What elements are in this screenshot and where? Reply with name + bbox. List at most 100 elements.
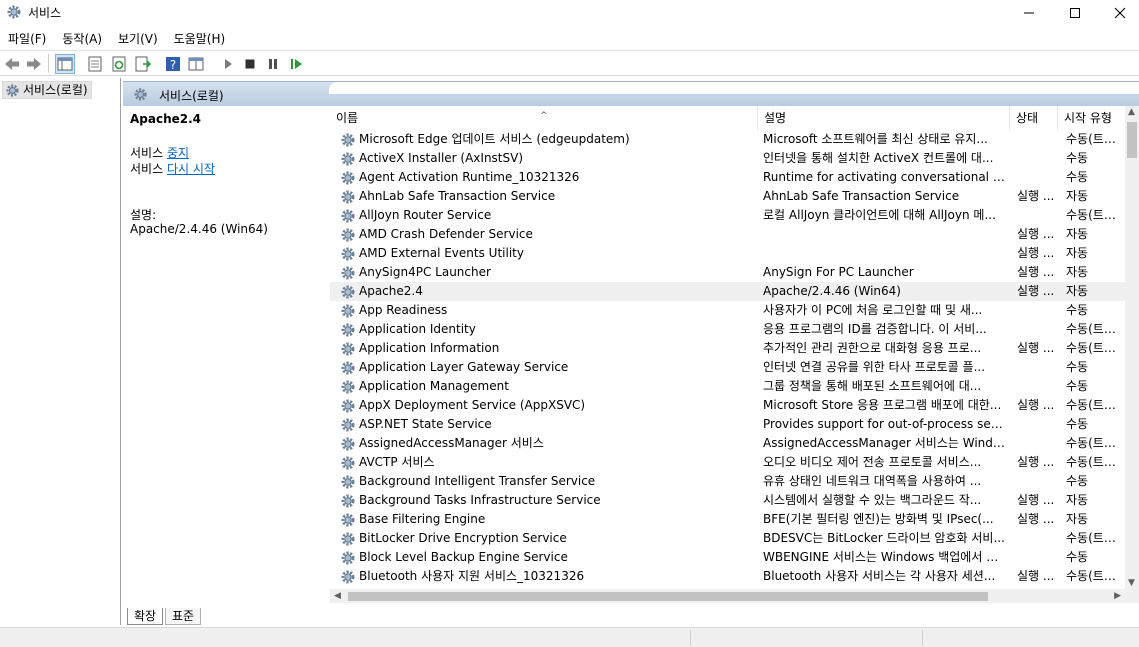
column-name[interactable]: 이름 ^ xyxy=(330,106,758,130)
service-row[interactable]: Agent Activation Runtime_10321326 Runtime… xyxy=(330,168,1125,187)
horizontal-scroll-thumb[interactable] xyxy=(348,592,988,601)
menu-view[interactable]: 보기(V) xyxy=(110,28,166,50)
minimize-button[interactable] xyxy=(1006,0,1052,26)
service-row[interactable]: Application Identity 응용 프로그램의 ID를 검증합니다. … xyxy=(330,320,1125,339)
service-description: Runtime for activating conversational ag… xyxy=(763,170,1007,184)
service-description: 시스템에서 실행할 수 있는 백그라운드 작... xyxy=(763,493,982,507)
service-row[interactable]: AppX Deployment Service (AppXSVC) Microso… xyxy=(330,396,1125,415)
maximize-button[interactable] xyxy=(1052,0,1098,26)
service-startup-type: 자동 xyxy=(1066,493,1089,507)
service-startup-type: 수동(트리... xyxy=(1066,132,1125,146)
menu-file[interactable]: 파일(F) xyxy=(0,28,54,50)
service-row[interactable]: Bluetooth 사용자 지원 서비스_10321326 Bluetooth 사… xyxy=(330,567,1125,586)
resume-icon[interactable] xyxy=(287,55,305,73)
service-gear-icon xyxy=(341,475,355,489)
start-icon[interactable] xyxy=(219,55,237,73)
view-icon[interactable] xyxy=(187,55,205,73)
service-name: AMD Crash Defender Service xyxy=(359,227,533,241)
column-startup-type[interactable]: 시작 유형 xyxy=(1058,106,1125,130)
horizontal-scrollbar[interactable]: ◀ ▶ xyxy=(330,589,1139,603)
svg-text:?: ? xyxy=(170,58,176,72)
service-startup-type: 자동 xyxy=(1066,284,1089,298)
service-row[interactable]: AVCTP 서비스 오디오 비디오 제어 전송 프로토콜 서비스... 실행 ...… xyxy=(330,453,1125,472)
close-button[interactable] xyxy=(1097,0,1139,26)
service-startup-type: 자동 xyxy=(1066,246,1089,260)
service-name: AppX Deployment Service (AppXSVC) xyxy=(359,398,586,412)
show-hide-tree-icon[interactable] xyxy=(55,54,75,74)
service-row[interactable]: Application Information 추가적인 관리 권한으로 대화형 … xyxy=(330,339,1125,358)
tab-extended[interactable]: 확장 xyxy=(127,608,164,625)
service-startup-type: 수동 xyxy=(1066,417,1089,431)
description-text: Apache/2.4.46 (Win64) xyxy=(130,222,268,236)
services-window: 서비스 파일(F) 동작(A) 보기(V) 도움말(H) ? 서비스(로컬) 서… xyxy=(0,0,1139,647)
menu-action[interactable]: 동작(A) xyxy=(54,28,110,50)
pause-icon[interactable] xyxy=(264,55,282,73)
properties-icon[interactable] xyxy=(86,55,104,73)
service-status: 실행 ... xyxy=(1017,398,1055,412)
service-row[interactable]: BitLocker Drive Encryption Service BDESVC… xyxy=(330,529,1125,548)
restart-service-link[interactable]: 다시 시작 xyxy=(167,162,215,176)
services-gear-icon xyxy=(6,84,19,97)
scroll-down-icon[interactable]: ▼ xyxy=(1128,578,1135,588)
scroll-right-icon[interactable]: ▶ xyxy=(1114,591,1121,601)
tab-standard[interactable]: 표준 xyxy=(165,608,202,625)
scroll-up-icon[interactable]: ▲ xyxy=(1128,107,1135,117)
service-startup-type: 수동 xyxy=(1066,379,1089,393)
service-row[interactable]: Background Tasks Infrastructure Service 시… xyxy=(330,491,1125,510)
service-gear-icon xyxy=(341,456,355,470)
service-row[interactable]: AMD External Events Utility 실행 ... 자동 xyxy=(330,244,1125,263)
service-startup-type: 수동 xyxy=(1066,474,1089,488)
service-row[interactable]: Application Layer Gateway Service 인터넷 연결 … xyxy=(330,358,1125,377)
refresh-icon[interactable] xyxy=(110,55,128,73)
service-name: AMD External Events Utility xyxy=(359,246,524,260)
menu-help[interactable]: 도움말(H) xyxy=(166,28,234,50)
pane-header: 서비스(로컬) xyxy=(123,81,1139,106)
minimize-icon xyxy=(1024,12,1034,14)
service-row[interactable]: Application Management 그룹 정책을 통해 배포된 소프트웨… xyxy=(330,377,1125,396)
vertical-scroll-thumb[interactable] xyxy=(1127,122,1137,158)
service-row[interactable]: AnySign4PC Launcher AnySign For PC Launch… xyxy=(330,263,1125,282)
service-row[interactable]: AssignedAccessManager 서비스 AssignedAccessM… xyxy=(330,434,1125,453)
back-icon[interactable] xyxy=(3,55,21,73)
service-row[interactable]: ActiveX Installer (AxInstSV) 인터넷을 통해 설치한 … xyxy=(330,149,1125,168)
service-row[interactable]: ASP.NET State Service Provides support fo… xyxy=(330,415,1125,434)
service-row[interactable]: App Readiness 사용자가 이 PC에 처음 로그인할 때 및 새...… xyxy=(330,301,1125,320)
service-description: 사용자가 이 PC에 처음 로그인할 때 및 새... xyxy=(763,303,983,317)
column-description[interactable]: 설명 xyxy=(758,106,1010,130)
tree-item-services-local[interactable]: 서비스(로컬) xyxy=(2,81,92,99)
service-name: Application Information xyxy=(359,341,500,355)
service-description: AhnLab Safe Transaction Service xyxy=(763,189,960,203)
service-row[interactable]: AllJoyn Router Service 로컬 AllJoyn 클라이언트에 … xyxy=(330,206,1125,225)
service-name: AssignedAccessManager 서비스 xyxy=(359,436,544,450)
service-row[interactable]: AMD Crash Defender Service 실행 ... 자동 xyxy=(330,225,1125,244)
service-description: Apache/2.4.46 (Win64) xyxy=(763,284,901,298)
service-row[interactable]: Microsoft Edge 업데이트 서비스 (edgeupdatem) Mic… xyxy=(330,130,1125,149)
service-gear-icon xyxy=(341,323,355,337)
service-name: Background Tasks Infrastructure Service xyxy=(359,493,601,507)
stop-service-line: 서비스 중지 xyxy=(130,146,190,160)
service-startup-type: 수동 xyxy=(1066,303,1089,317)
service-gear-icon xyxy=(341,304,355,318)
service-gear-icon xyxy=(341,247,355,261)
forward-icon[interactable] xyxy=(25,55,43,73)
service-row[interactable]: Background Intelligent Transfer Service 유… xyxy=(330,472,1125,491)
service-row[interactable]: AhnLab Safe Transaction Service AhnLab Sa… xyxy=(330,187,1125,206)
stop-service-link[interactable]: 중지 xyxy=(167,146,189,160)
service-gear-icon xyxy=(341,209,355,223)
help-icon[interactable]: ? xyxy=(164,55,182,73)
export-list-icon[interactable] xyxy=(134,55,152,73)
service-description: 추가적인 관리 권한으로 대화형 응용 프로... xyxy=(763,341,982,355)
column-status[interactable]: 상태 xyxy=(1010,106,1058,130)
description-label: 설명: xyxy=(130,208,157,222)
service-row[interactable]: Block Level Backup Engine Service WBENGIN… xyxy=(330,548,1125,567)
stop-icon[interactable] xyxy=(241,55,259,73)
scroll-left-icon[interactable]: ◀ xyxy=(334,591,341,601)
service-status: 실행 ... xyxy=(1017,284,1055,298)
service-row[interactable]: Apache2.4 Apache/2.4.46 (Win64) 실행 ... 자동 xyxy=(330,282,1125,301)
service-row[interactable]: Base Filtering Engine BFE(기본 필터링 엔진)는 방화벽… xyxy=(330,510,1125,529)
service-description: BFE(기본 필터링 엔진)는 방화벽 및 IPsec(... xyxy=(763,512,994,526)
service-name: Application Management xyxy=(359,379,509,393)
vertical-scrollbar[interactable]: ▲ ▼ xyxy=(1125,106,1139,589)
service-rows: Microsoft Edge 업데이트 서비스 (edgeupdatem) Mic… xyxy=(330,130,1125,586)
service-description: 인터넷 연결 공유를 위한 타사 프로토콜 플... xyxy=(763,360,986,374)
